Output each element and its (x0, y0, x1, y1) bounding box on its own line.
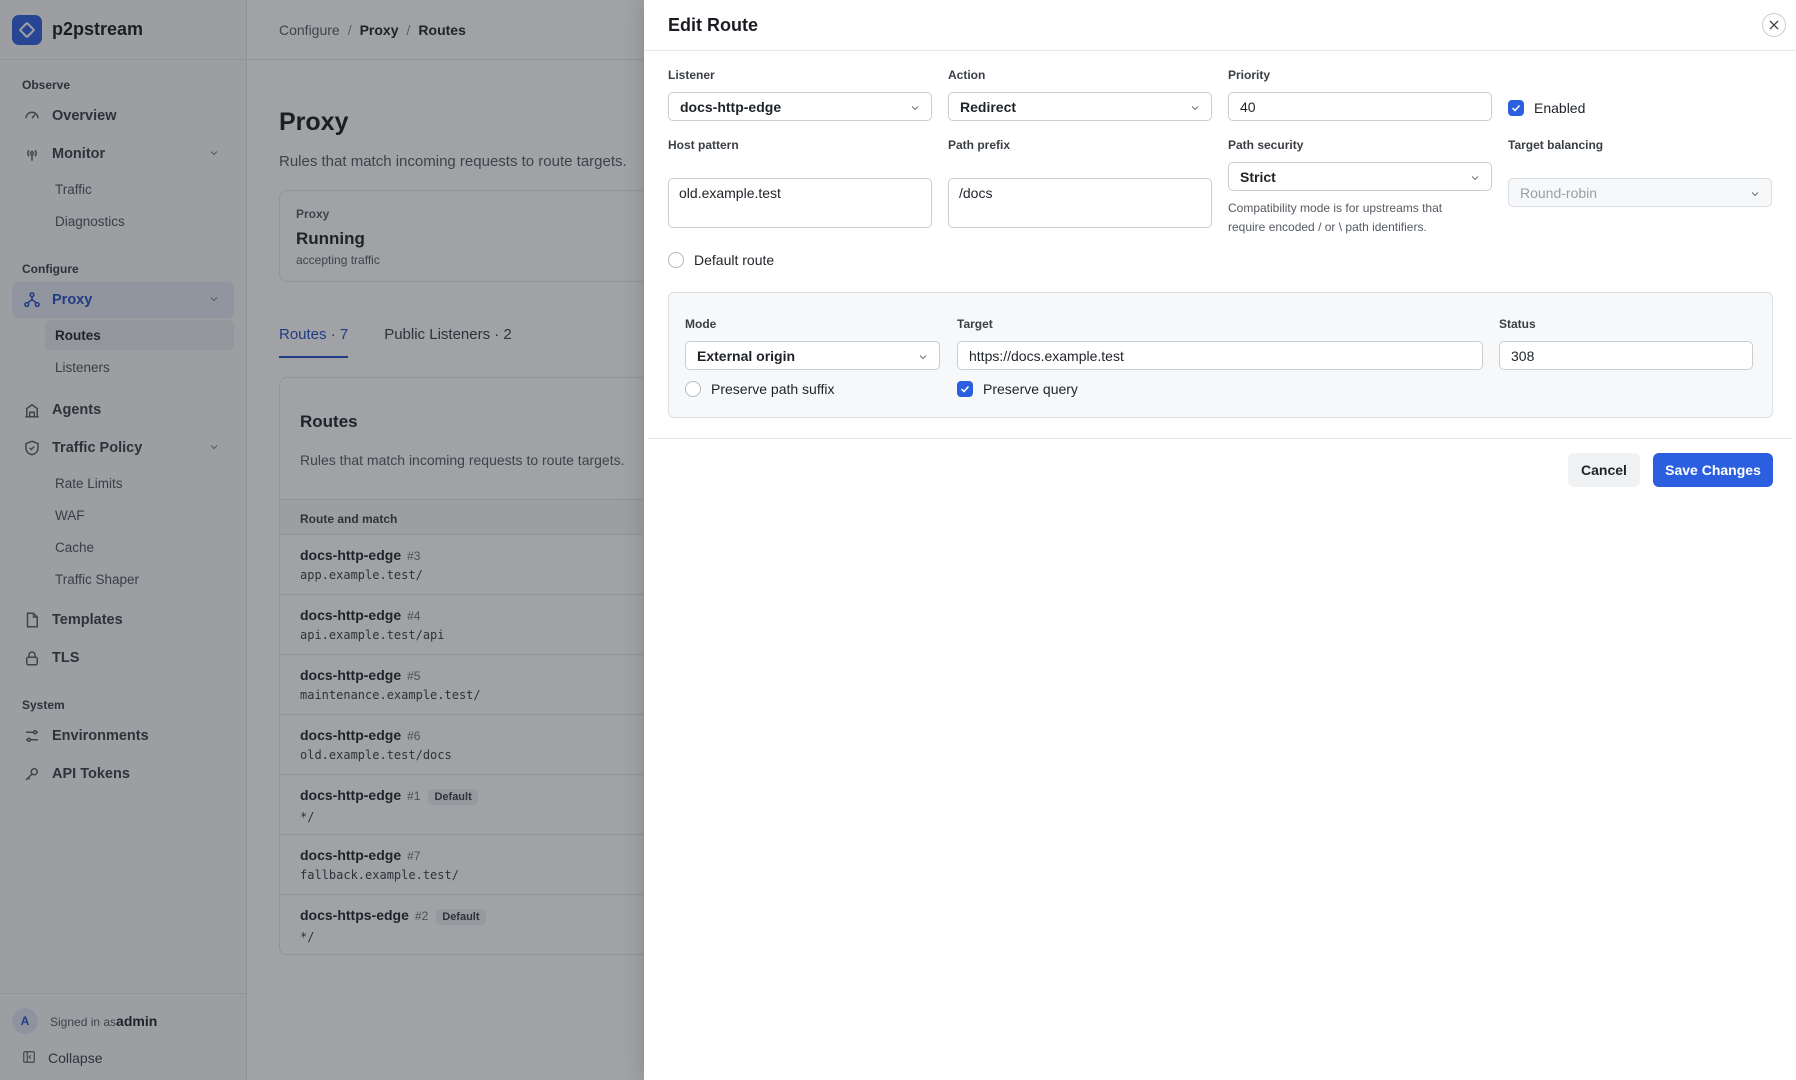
checkbox-checked-icon (1508, 100, 1524, 116)
drawer-header: Edit Route (644, 0, 1796, 51)
action-label: Action (948, 68, 986, 82)
cancel-button[interactable]: Cancel (1568, 453, 1640, 487)
host-pattern-input[interactable]: old.example.test (668, 178, 932, 228)
default-route-checkbox[interactable]: Default route (668, 252, 774, 268)
mode-label: Mode (685, 317, 717, 331)
target-input[interactable]: https://docs.example.test (957, 341, 1483, 370)
action-field: Action Redirect (948, 68, 1212, 121)
status-input[interactable]: 308 (1499, 341, 1753, 370)
divider (648, 438, 1792, 439)
target-balancing-field: Target balancing Round-robin (1508, 138, 1772, 207)
edit-route-drawer: Edit Route Listener docs-http-edge Actio… (644, 0, 1796, 1080)
host-pattern-label: Host pattern (668, 138, 739, 152)
preserve-path-suffix-label: Preserve path suffix (711, 381, 835, 397)
target-balancing-label: Target balancing (1508, 138, 1604, 152)
checkbox-checked-icon (957, 381, 973, 397)
priority-input[interactable]: 40 (1228, 92, 1492, 121)
status-field: Status 308 (1499, 317, 1753, 370)
preserve-query-checkbox[interactable]: Preserve query (957, 381, 1078, 397)
path-security-help: Compatibility mode is for upstreams that… (1228, 201, 1443, 234)
chevron-down-icon (1189, 101, 1201, 113)
mode-field: Mode External origin (685, 317, 940, 370)
target-balancing-select: Round-robin (1508, 178, 1772, 207)
path-security-select[interactable]: Strict (1228, 162, 1492, 191)
default-route-label: Default route (694, 252, 775, 268)
preserve-query-label: Preserve query (983, 381, 1078, 397)
preserve-path-suffix-checkbox[interactable]: Preserve path suffix (685, 381, 834, 397)
redirect-settings: Mode External origin Target https://docs… (668, 292, 1773, 418)
save-changes-button[interactable]: Save Changes (1653, 453, 1773, 487)
path-security-field: Path security Strict Compatibility mode … (1228, 138, 1492, 237)
enabled-checkbox[interactable]: Enabled (1508, 100, 1585, 116)
mode-select[interactable]: External origin (685, 341, 940, 370)
listener-select[interactable]: docs-http-edge (668, 92, 932, 121)
priority-label: Priority (1228, 68, 1271, 82)
drawer-title: Edit Route (668, 14, 758, 35)
path-prefix-field: Path prefix /docs (948, 138, 1212, 228)
target-field: Target https://docs.example.test (957, 317, 1483, 370)
chevron-down-icon (917, 350, 929, 362)
listener-label: Listener (668, 68, 715, 82)
close-button[interactable] (1762, 13, 1786, 37)
priority-field: Priority 40 (1228, 68, 1492, 121)
chevron-down-icon (909, 101, 921, 113)
status-label: Status (1499, 317, 1536, 331)
action-select[interactable]: Redirect (948, 92, 1212, 121)
checkbox-unchecked-icon (685, 381, 701, 397)
checkbox-unchecked-icon (668, 252, 684, 268)
close-icon (1769, 20, 1779, 30)
chevron-down-icon (1469, 171, 1481, 183)
host-pattern-field: Host pattern old.example.test (668, 138, 932, 228)
listener-field: Listener docs-http-edge (668, 68, 932, 121)
path-prefix-input[interactable]: /docs (948, 178, 1212, 228)
path-security-label: Path security (1228, 138, 1304, 152)
path-prefix-label: Path prefix (948, 138, 1011, 152)
enabled-label: Enabled (1534, 100, 1586, 116)
target-label: Target (957, 317, 993, 331)
chevron-down-icon (1749, 187, 1761, 199)
